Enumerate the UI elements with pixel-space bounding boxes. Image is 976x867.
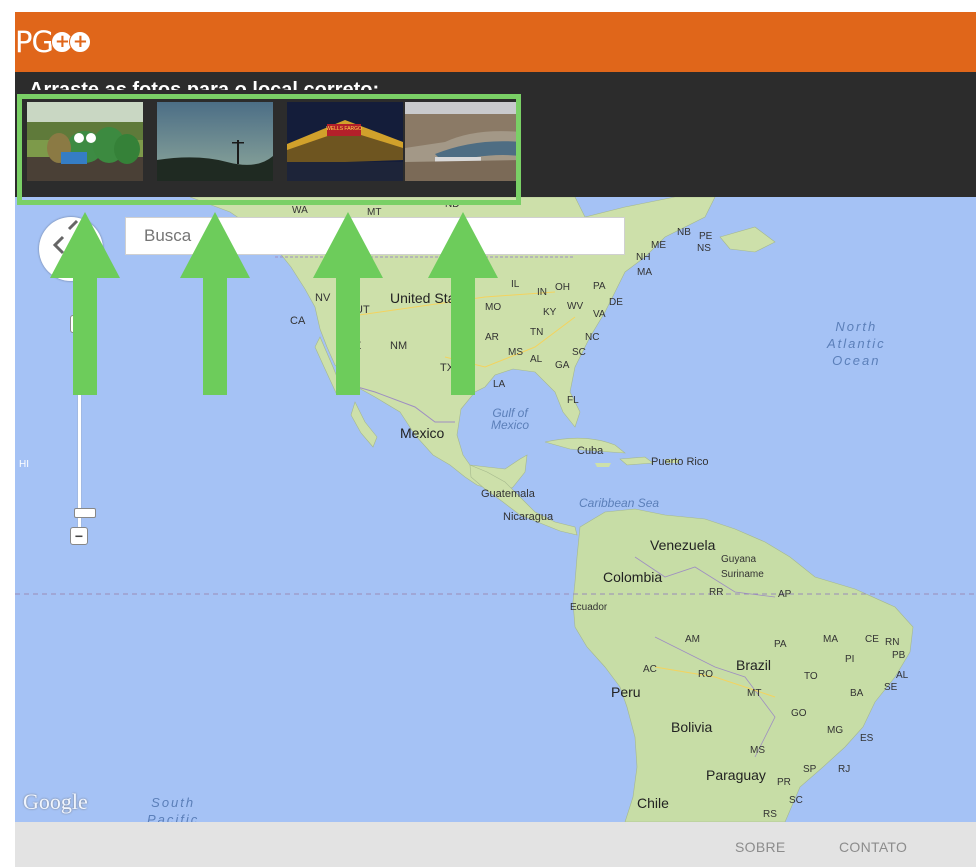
map-label: MG bbox=[827, 725, 844, 736]
map-label: NC bbox=[585, 332, 600, 343]
map-label: CE bbox=[865, 634, 879, 645]
map-label-ocean: North Atlantic Ocean bbox=[827, 319, 886, 368]
map-label: RN bbox=[885, 637, 900, 648]
arrow-up-icon bbox=[50, 212, 120, 395]
zoom-slider-handle[interactable] bbox=[74, 508, 96, 518]
map-label: SC bbox=[572, 347, 586, 358]
map-label-country: Colombia bbox=[603, 569, 663, 585]
map-label: AM bbox=[685, 634, 700, 645]
map-label: RO bbox=[698, 669, 713, 680]
map-label: VA bbox=[593, 309, 606, 320]
map-label: FL bbox=[567, 395, 579, 406]
map-label: RR bbox=[709, 587, 724, 598]
map-label: WA bbox=[292, 205, 308, 216]
map-label: NM bbox=[390, 340, 408, 352]
map-label-country: Venezuela bbox=[650, 537, 716, 553]
map-label: PI bbox=[845, 654, 855, 665]
map-label: TO bbox=[804, 671, 818, 682]
footer-link-sobre[interactable]: SOBRE bbox=[735, 839, 786, 855]
map-label: IL bbox=[511, 279, 520, 290]
map-label-country: Guatemala bbox=[481, 488, 535, 500]
map-label: PA bbox=[593, 281, 606, 292]
map-label: NS bbox=[697, 243, 711, 254]
map-label: GO bbox=[791, 708, 807, 719]
map-label: MA bbox=[637, 267, 652, 278]
arrow-up-icon bbox=[428, 212, 498, 395]
map-label: PA bbox=[774, 639, 787, 650]
header-bar: PG + + bbox=[15, 12, 976, 72]
zoom-out-button[interactable]: − bbox=[70, 527, 88, 545]
map-label: PE bbox=[699, 231, 713, 242]
map-label: PB bbox=[892, 650, 906, 661]
footer-bar: SOBRE CONTATO bbox=[15, 822, 976, 867]
map-label: ME bbox=[651, 240, 666, 251]
map-label: AL bbox=[530, 354, 543, 365]
map-label: AL bbox=[896, 670, 909, 681]
map-label: PR bbox=[777, 777, 791, 788]
map-label-country: Ecuador bbox=[570, 602, 608, 613]
photo-tray: Arraste as fotos para o local correto: W… bbox=[15, 72, 976, 205]
map-label: DE bbox=[609, 297, 623, 308]
map-label: AP bbox=[778, 589, 792, 600]
map-label: MT bbox=[747, 688, 762, 699]
logo-plus-plus-icon: + + bbox=[50, 31, 91, 53]
map-label: KY bbox=[543, 307, 557, 318]
map-label-country: Paraguay bbox=[706, 767, 766, 783]
map-label: HI bbox=[19, 459, 29, 470]
map-label-ocean: South Pacific bbox=[147, 795, 200, 822]
app-logo[interactable]: PG + + bbox=[15, 25, 91, 59]
map-label: AC bbox=[643, 664, 657, 675]
map-label-country: Guyana bbox=[721, 554, 757, 565]
map-label: MS bbox=[508, 347, 523, 358]
map-label-country: Suriname bbox=[721, 569, 764, 580]
map-label: IN bbox=[537, 287, 547, 298]
map-label-sea: Caribbean Sea bbox=[579, 496, 660, 510]
map-label: MA bbox=[823, 634, 838, 645]
map-label: RJ bbox=[838, 764, 851, 775]
map-label: CA bbox=[290, 315, 306, 327]
map-label: OH bbox=[555, 282, 570, 293]
map-label-country: Peru bbox=[611, 684, 641, 700]
footer-link-contato[interactable]: CONTATO bbox=[839, 839, 907, 855]
map-label: MS bbox=[750, 745, 765, 756]
map-label-country: Brazil bbox=[736, 657, 772, 673]
drag-instruction: Arraste as fotos para o local correto: bbox=[29, 79, 380, 90]
map-label: WV bbox=[567, 301, 584, 312]
photo-highlight-box bbox=[17, 94, 521, 205]
map-label-country: Nicaragua bbox=[503, 511, 554, 523]
map-label: BA bbox=[850, 688, 864, 699]
map-label: TN bbox=[530, 327, 544, 338]
map-label: SC bbox=[789, 795, 803, 806]
arrow-up-icon bbox=[180, 212, 250, 395]
map-label: SP bbox=[803, 764, 817, 775]
map-label-sea: Gulf of Mexico bbox=[491, 406, 530, 432]
logo-text: PG bbox=[15, 25, 54, 59]
google-logo: Google bbox=[23, 789, 88, 814]
map-label: ES bbox=[860, 733, 874, 744]
map-label-country: Chile bbox=[637, 795, 669, 811]
map-label: RS bbox=[763, 809, 777, 820]
map-label: GA bbox=[555, 360, 570, 371]
arrow-up-icon bbox=[313, 212, 383, 395]
app-frame: PG + + Arraste as fotos para o local corr… bbox=[15, 12, 976, 867]
map-label: NB bbox=[677, 227, 691, 238]
map-label: SE bbox=[884, 682, 898, 693]
map-label: NH bbox=[636, 252, 651, 263]
map-label-country: Cuba bbox=[577, 445, 604, 457]
map-label-country: Puerto Rico bbox=[651, 456, 709, 468]
map-label-country: Mexico bbox=[400, 425, 445, 441]
map-label-country: Bolivia bbox=[671, 719, 713, 735]
